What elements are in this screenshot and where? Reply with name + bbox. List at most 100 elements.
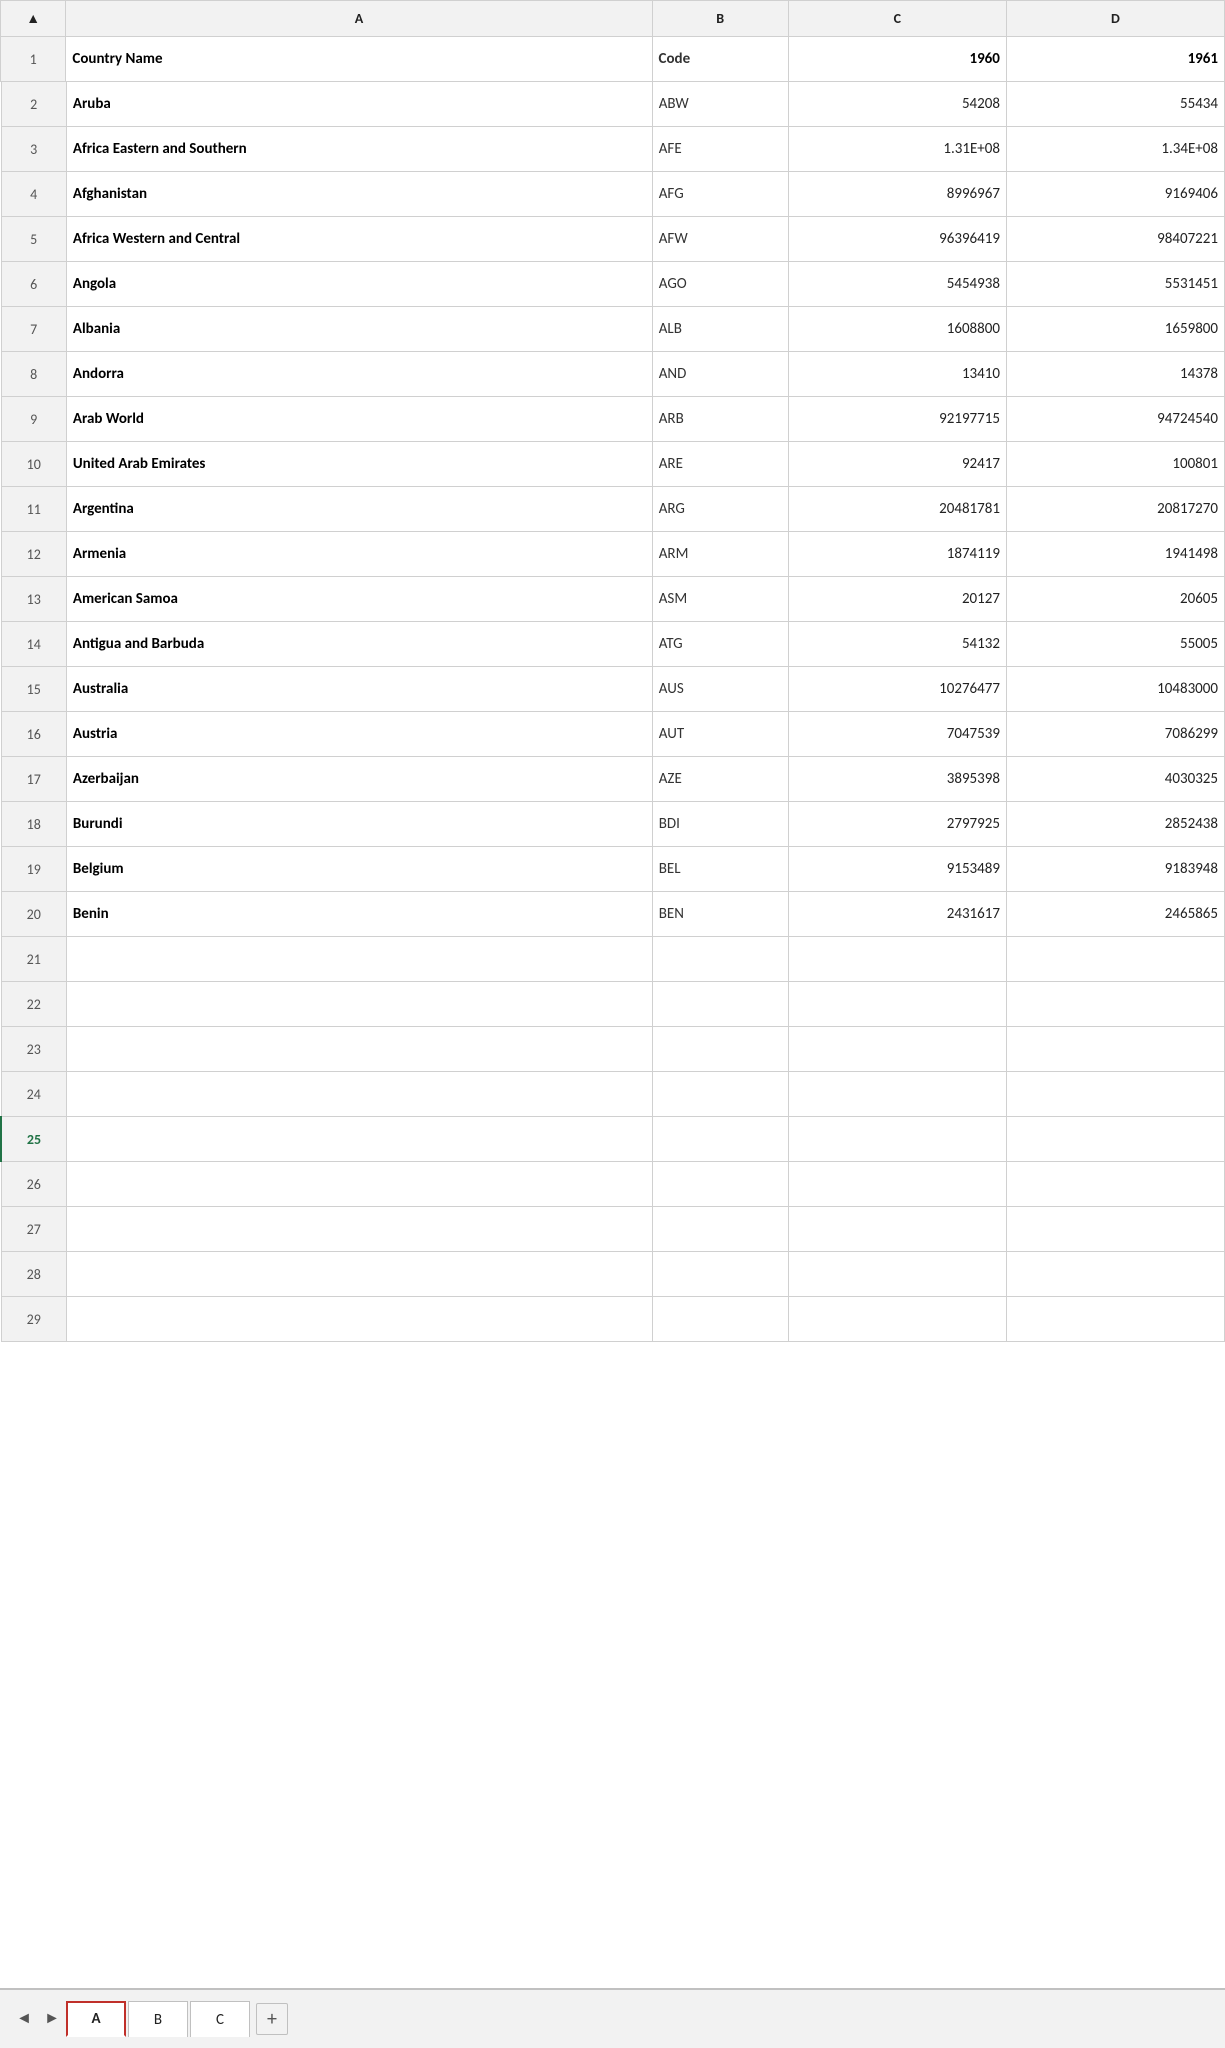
cell-17-a[interactable]: Azerbaijan bbox=[66, 757, 652, 802]
cell-28-d[interactable] bbox=[1006, 1252, 1224, 1297]
cell-3-c[interactable]: 1.31E+08 bbox=[788, 127, 1006, 172]
cell-20-b[interactable]: BEN bbox=[652, 892, 788, 937]
cell-2-a[interactable]: Aruba bbox=[66, 82, 652, 127]
cell-1-c[interactable]: 1960 bbox=[788, 37, 1006, 82]
cell-21-c[interactable] bbox=[788, 937, 1006, 982]
cell-23-c[interactable] bbox=[788, 1027, 1006, 1072]
cell-27-a[interactable] bbox=[66, 1207, 652, 1252]
col-header-c[interactable]: C bbox=[788, 1, 1006, 37]
cell-11-a[interactable]: Argentina bbox=[66, 487, 652, 532]
cell-3-b[interactable]: AFE bbox=[652, 127, 788, 172]
cell-1-b[interactable]: Code bbox=[652, 37, 788, 82]
cell-22-c[interactable] bbox=[788, 982, 1006, 1027]
cell-8-c[interactable]: 13410 bbox=[788, 352, 1006, 397]
cell-19-b[interactable]: BEL bbox=[652, 847, 788, 892]
cell-17-c[interactable]: 3895398 bbox=[788, 757, 1006, 802]
cell-26-b[interactable] bbox=[652, 1162, 788, 1207]
cell-24-a[interactable] bbox=[66, 1072, 652, 1117]
cell-9-c[interactable]: 92197715 bbox=[788, 397, 1006, 442]
cell-7-a[interactable]: Albania bbox=[66, 307, 652, 352]
cell-16-d[interactable]: 7086299 bbox=[1006, 712, 1224, 757]
cell-10-a[interactable]: United Arab Emirates bbox=[66, 442, 652, 487]
cell-21-a[interactable] bbox=[66, 937, 652, 982]
cell-1-a[interactable]: Country Name bbox=[66, 37, 652, 82]
cell-5-a[interactable]: Africa Western and Central bbox=[66, 217, 652, 262]
cell-21-b[interactable] bbox=[652, 937, 788, 982]
cell-6-b[interactable]: AGO bbox=[652, 262, 788, 307]
cell-13-b[interactable]: ASM bbox=[652, 577, 788, 622]
cell-19-d[interactable]: 9183948 bbox=[1006, 847, 1224, 892]
col-header-a[interactable]: A bbox=[66, 1, 652, 37]
cell-6-a[interactable]: Angola bbox=[66, 262, 652, 307]
cell-7-d[interactable]: 1659800 bbox=[1006, 307, 1224, 352]
cell-29-c[interactable] bbox=[788, 1297, 1006, 1342]
cell-24-b[interactable] bbox=[652, 1072, 788, 1117]
sheet-tab-a[interactable]: A bbox=[66, 2001, 126, 2037]
tab-nav-next[interactable]: ► bbox=[38, 2005, 66, 2033]
cell-2-b[interactable]: ABW bbox=[652, 82, 788, 127]
cell-26-c[interactable] bbox=[788, 1162, 1006, 1207]
cell-16-a[interactable]: Austria bbox=[66, 712, 652, 757]
cell-3-d[interactable]: 1.34E+08 bbox=[1006, 127, 1224, 172]
cell-3-a[interactable]: Africa Eastern and Southern bbox=[66, 127, 652, 172]
cell-7-b[interactable]: ALB bbox=[652, 307, 788, 352]
cell-2-c[interactable]: 54208 bbox=[788, 82, 1006, 127]
cell-27-b[interactable] bbox=[652, 1207, 788, 1252]
cell-5-d[interactable]: 98407221 bbox=[1006, 217, 1224, 262]
cell-11-b[interactable]: ARG bbox=[652, 487, 788, 532]
cell-14-c[interactable]: 54132 bbox=[788, 622, 1006, 667]
cell-20-c[interactable]: 2431617 bbox=[788, 892, 1006, 937]
cell-20-a[interactable]: Benin bbox=[66, 892, 652, 937]
cell-28-b[interactable] bbox=[652, 1252, 788, 1297]
cell-6-c[interactable]: 5454938 bbox=[788, 262, 1006, 307]
cell-23-b[interactable] bbox=[652, 1027, 788, 1072]
cell-18-c[interactable]: 2797925 bbox=[788, 802, 1006, 847]
cell-18-d[interactable]: 2852438 bbox=[1006, 802, 1224, 847]
col-header-b[interactable]: B bbox=[652, 1, 788, 37]
cell-7-c[interactable]: 1608800 bbox=[788, 307, 1006, 352]
cell-23-a[interactable] bbox=[66, 1027, 652, 1072]
cell-13-a[interactable]: American Samoa bbox=[66, 577, 652, 622]
cell-1-d[interactable]: 1961 bbox=[1006, 37, 1224, 82]
cell-10-c[interactable]: 92417 bbox=[788, 442, 1006, 487]
cell-13-d[interactable]: 20605 bbox=[1006, 577, 1224, 622]
cell-14-b[interactable]: ATG bbox=[652, 622, 788, 667]
cell-8-a[interactable]: Andorra bbox=[66, 352, 652, 397]
cell-22-d[interactable] bbox=[1006, 982, 1224, 1027]
cell-16-c[interactable]: 7047539 bbox=[788, 712, 1006, 757]
cell-25-b[interactable] bbox=[652, 1117, 788, 1162]
add-sheet-button[interactable]: + bbox=[256, 2003, 288, 2035]
cell-29-d[interactable] bbox=[1006, 1297, 1224, 1342]
cell-11-c[interactable]: 20481781 bbox=[788, 487, 1006, 532]
cell-26-a[interactable] bbox=[66, 1162, 652, 1207]
cell-5-b[interactable]: AFW bbox=[652, 217, 788, 262]
cell-12-a[interactable]: Armenia bbox=[66, 532, 652, 577]
cell-4-b[interactable]: AFG bbox=[652, 172, 788, 217]
cell-4-a[interactable]: Afghanistan bbox=[66, 172, 652, 217]
cell-4-c[interactable]: 8996967 bbox=[788, 172, 1006, 217]
cell-24-c[interactable] bbox=[788, 1072, 1006, 1117]
cell-24-d[interactable] bbox=[1006, 1072, 1224, 1117]
cell-12-c[interactable]: 1874119 bbox=[788, 532, 1006, 577]
cell-15-a[interactable]: Australia bbox=[66, 667, 652, 712]
tab-nav-prev[interactable]: ◄ bbox=[10, 2005, 38, 2033]
cell-27-d[interactable] bbox=[1006, 1207, 1224, 1252]
cell-28-a[interactable] bbox=[66, 1252, 652, 1297]
cell-12-b[interactable]: ARM bbox=[652, 532, 788, 577]
cell-11-d[interactable]: 20817270 bbox=[1006, 487, 1224, 532]
cell-14-a[interactable]: Antigua and Barbuda bbox=[66, 622, 652, 667]
cell-29-a[interactable] bbox=[66, 1297, 652, 1342]
cell-18-a[interactable]: Burundi bbox=[66, 802, 652, 847]
cell-22-a[interactable] bbox=[66, 982, 652, 1027]
cell-5-c[interactable]: 96396419 bbox=[788, 217, 1006, 262]
cell-2-d[interactable]: 55434 bbox=[1006, 82, 1224, 127]
cell-23-d[interactable] bbox=[1006, 1027, 1224, 1072]
cell-9-d[interactable]: 94724540 bbox=[1006, 397, 1224, 442]
cell-6-d[interactable]: 5531451 bbox=[1006, 262, 1224, 307]
cell-14-d[interactable]: 55005 bbox=[1006, 622, 1224, 667]
cell-25-d[interactable] bbox=[1006, 1117, 1224, 1162]
cell-18-b[interactable]: BDI bbox=[652, 802, 788, 847]
cell-19-c[interactable]: 9153489 bbox=[788, 847, 1006, 892]
cell-4-d[interactable]: 9169406 bbox=[1006, 172, 1224, 217]
cell-16-b[interactable]: AUT bbox=[652, 712, 788, 757]
